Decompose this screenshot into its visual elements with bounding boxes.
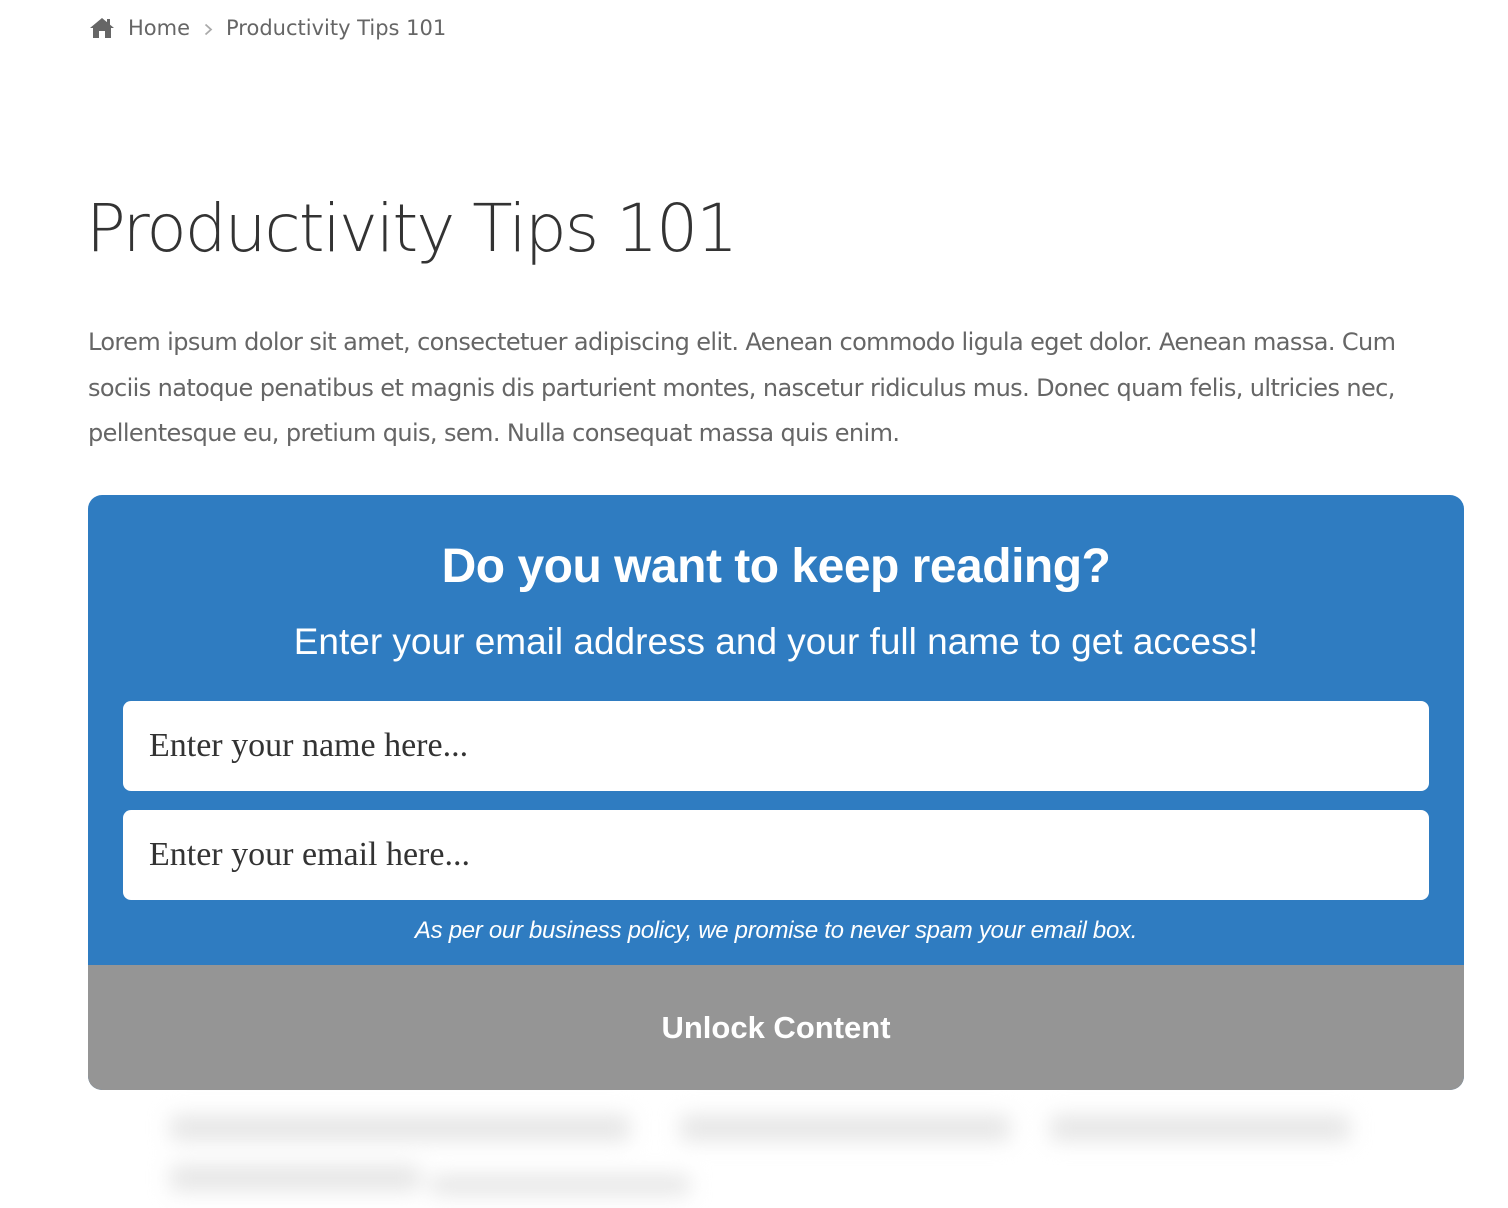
intro-paragraph: Lorem ipsum dolor sit amet, consectetuer… xyxy=(88,328,1396,447)
unlock-content-button[interactable]: Unlock Content xyxy=(88,965,1464,1090)
name-input[interactable] xyxy=(123,701,1429,791)
privacy-policy-note: As per our business policy, we promise t… xyxy=(414,917,1138,944)
home-icon[interactable] xyxy=(88,16,116,40)
page-title: Productivity Tips 101 xyxy=(86,190,738,267)
chevron-right-icon xyxy=(200,16,216,40)
breadcrumb-home-link[interactable]: Home xyxy=(128,16,190,40)
breadcrumb-current: Productivity Tips 101 xyxy=(226,16,447,40)
breadcrumb: Home Productivity Tips 101 xyxy=(88,12,446,44)
blurred-locked-content xyxy=(150,1095,1370,1208)
optin-heading: Do you want to keep reading? xyxy=(441,540,1111,593)
content-lock-optin: Do you want to keep reading? Enter your … xyxy=(88,495,1464,1090)
email-input[interactable] xyxy=(123,810,1429,900)
optin-subheading: Enter your email address and your full n… xyxy=(293,621,1259,662)
